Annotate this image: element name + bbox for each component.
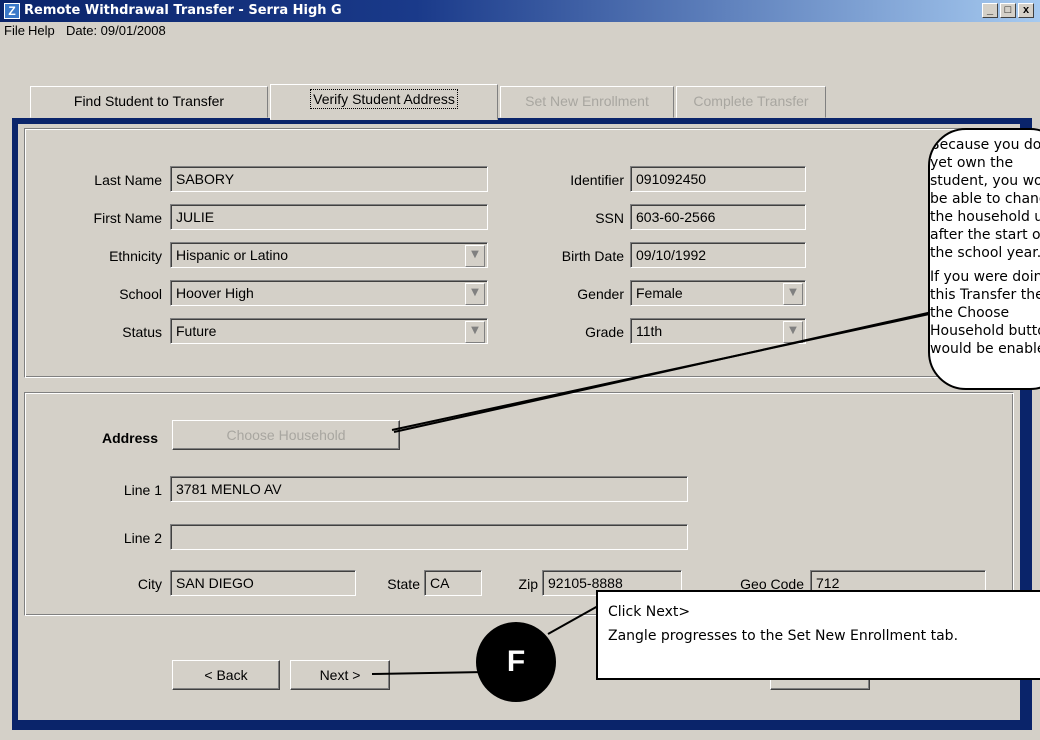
last-name-field[interactable]: SABORY — [170, 166, 488, 192]
maximize-button[interactable]: □ — [1000, 3, 1016, 18]
menu-date[interactable]: Date: 09/01/2008 — [66, 23, 166, 38]
chevron-down-icon[interactable]: ▼ — [465, 283, 485, 305]
grade-select[interactable]: 11th ▼ — [630, 318, 806, 344]
line1-field[interactable]: 3781 MENLO AV — [170, 476, 688, 502]
tab-complete-transfer[interactable]: Complete Transfer — [676, 86, 826, 118]
step-marker: F — [476, 622, 556, 702]
state-label: State — [387, 576, 420, 592]
gender-select[interactable]: Female ▼ — [630, 280, 806, 306]
identifier-field[interactable]: 091092450 — [630, 166, 806, 192]
bubble-paragraph-1: Because you don't yet own the student, y… — [930, 137, 1040, 261]
chevron-down-icon[interactable]: ▼ — [783, 321, 803, 343]
school-label: School — [119, 286, 162, 302]
ssn-label: SSN — [595, 210, 624, 226]
menu-bar: File Help Date: 09/01/2008 — [0, 22, 1040, 42]
ethnicity-select[interactable]: Hispanic or Latino ▼ — [170, 242, 488, 268]
next-button[interactable]: Next > — [290, 660, 390, 690]
gender-value: Female — [636, 285, 683, 301]
line2-label: Line 2 — [123, 530, 162, 546]
status-select[interactable]: Future ▼ — [170, 318, 488, 344]
tab-label: Set New Enrollment — [525, 93, 649, 109]
tab-find-student[interactable]: Find Student to Transfer — [30, 86, 268, 118]
grade-value: 11th — [636, 323, 663, 339]
back-button[interactable]: < Back — [172, 660, 280, 690]
tab-label: Complete Transfer — [693, 93, 809, 109]
status-label: Status — [122, 324, 162, 340]
tab-set-new-enrollment[interactable]: Set New Enrollment — [500, 86, 674, 118]
tab-verify-address[interactable]: Verify Student Address — [270, 84, 498, 120]
title-bar[interactable]: Z Remote Withdrawal Transfer - Serra Hig… — [0, 0, 1040, 22]
city-label: City — [137, 576, 162, 592]
last-name-label: Last Name — [94, 172, 162, 188]
choose-household-button[interactable]: Choose Household — [172, 420, 400, 450]
city-field[interactable]: SAN DIEGO — [170, 570, 356, 596]
school-value: Hoover High — [176, 285, 254, 301]
first-name-label: First Name — [93, 210, 162, 226]
school-select[interactable]: Hoover High ▼ — [170, 280, 488, 306]
instruction-callout: Click Next> Zangle progresses to the Set… — [596, 590, 1040, 680]
tab-label: Verify Student Address — [310, 89, 458, 109]
identifier-label: Identifier — [570, 172, 624, 188]
callout-line-2: Zangle progresses to the Set New Enrollm… — [608, 628, 959, 644]
ethnicity-label: Ethnicity — [109, 248, 162, 264]
callout-line-1: Click Next> — [608, 604, 691, 620]
chevron-down-icon[interactable]: ▼ — [783, 283, 803, 305]
gender-label: Gender — [577, 286, 624, 302]
grade-label: Grade — [585, 324, 624, 340]
line1-label: Line 1 — [123, 482, 162, 498]
window-title: Remote Withdrawal Transfer - Serra High … — [24, 3, 342, 18]
minimize-button[interactable]: _ — [982, 3, 998, 18]
line2-field[interactable] — [170, 524, 688, 550]
ethnicity-value: Hispanic or Latino — [176, 247, 289, 263]
chevron-down-icon[interactable]: ▼ — [465, 245, 485, 267]
tab-label: Find Student to Transfer — [73, 93, 225, 109]
close-button[interactable]: x — [1018, 3, 1034, 18]
chevron-down-icon[interactable]: ▼ — [465, 321, 485, 343]
zangle-app-icon: Z — [4, 3, 20, 19]
ssn-field[interactable]: 603-60-2566 — [630, 204, 806, 230]
zip-label: Zip — [518, 576, 538, 592]
menu-file[interactable]: File — [4, 23, 25, 38]
birth-date-label: Birth Date — [561, 248, 624, 264]
bubble-paragraph-2: If you were doing this Transfer then the… — [930, 269, 1040, 357]
status-value: Future — [176, 323, 217, 339]
menu-help[interactable]: Help — [28, 23, 55, 38]
first-name-field[interactable]: JULIE — [170, 204, 488, 230]
birth-date-field[interactable]: 09/10/1992 — [630, 242, 806, 268]
state-field[interactable]: CA — [424, 570, 482, 596]
speech-bubble: Because you don't yet own the student, y… — [928, 128, 1040, 390]
address-heading: Address — [101, 430, 158, 446]
